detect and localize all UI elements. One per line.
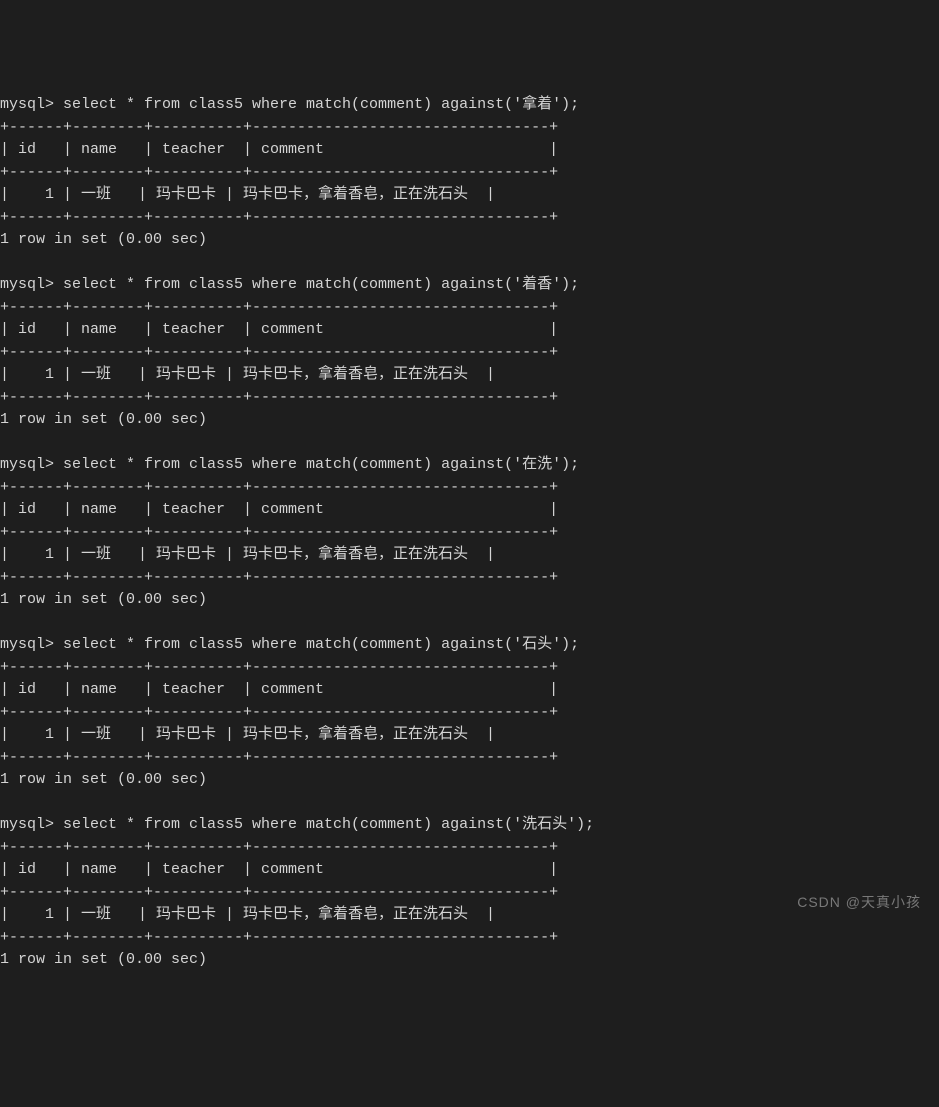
watermark: CSDN @天真小孩 — [797, 892, 921, 913]
mysql-terminal[interactable]: mysql> select * from class5 where match(… — [0, 94, 939, 972]
